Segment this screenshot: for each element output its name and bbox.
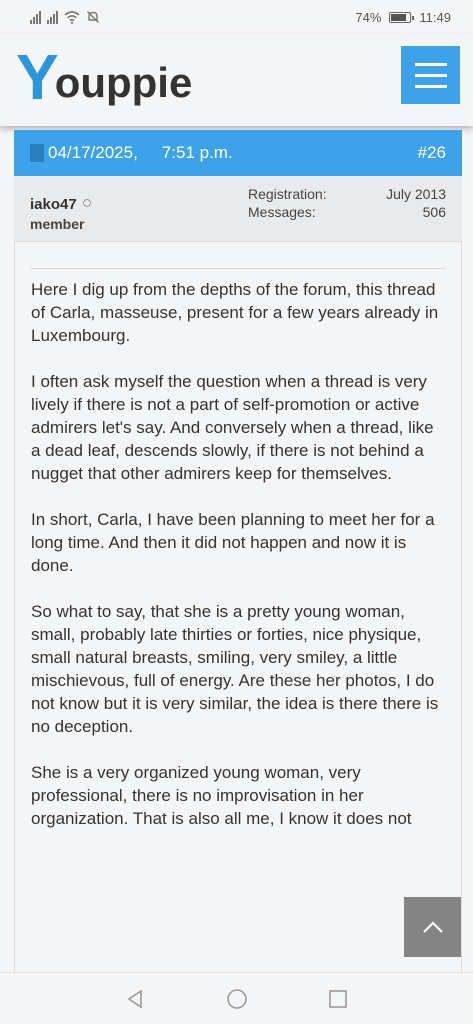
post-body: Here I dig up from the depths of the for…	[14, 242, 462, 972]
post-time: 7:51 p.m.	[161, 143, 233, 162]
registration-value: July 2013	[386, 186, 446, 202]
user-role: member	[30, 216, 85, 232]
status-icons-left	[30, 10, 100, 24]
paragraph: I often ask myself the question when a t…	[31, 372, 434, 483]
back-icon[interactable]	[126, 989, 146, 1009]
battery-icon	[389, 11, 415, 23]
messages-value: 506	[422, 204, 446, 220]
divider	[31, 268, 445, 269]
post-header: 04/17/2025, 7:51 p.m. #26	[14, 130, 462, 176]
offline-status-icon	[82, 199, 91, 207]
logo-y: Y	[16, 41, 59, 113]
logo-text: ouppie	[54, 59, 193, 106]
mute-bell-icon	[87, 11, 99, 23]
document-icon	[30, 144, 44, 162]
hamburger-icon-line	[414, 84, 447, 88]
post-number-link[interactable]: #26	[418, 143, 446, 163]
scroll-to-top-button[interactable]	[404, 897, 461, 957]
post-date: 04/17/2025,	[48, 143, 138, 162]
hamburger-icon	[414, 62, 447, 66]
chevron-up-icon	[422, 921, 443, 933]
paragraph: She is a very organized young woman, ver…	[31, 763, 412, 828]
signal-icon	[47, 10, 58, 24]
home-icon[interactable]	[226, 988, 248, 1010]
clock: 11:49	[419, 9, 451, 25]
hamburger-icon-line	[414, 73, 447, 77]
status-icons-right: 74% 11:49	[355, 10, 451, 25]
paragraph: In short, Carla, I have been planning to…	[31, 510, 435, 575]
battery-percent: 74%	[355, 9, 382, 25]
signal-icon	[30, 10, 41, 24]
user-info: iako47 member Registration: July 2013 Me…	[14, 176, 462, 242]
menu-button[interactable]	[401, 46, 460, 104]
status-bar: 74% 11:49	[0, 0, 473, 34]
site-header: Y ouppie	[0, 34, 473, 126]
messages-label: Messages:	[248, 204, 316, 220]
youppie-logo[interactable]: Y ouppie	[16, 41, 193, 113]
system-nav-bar	[0, 972, 473, 1024]
registration-label: Registration:	[248, 186, 327, 202]
paragraph: So what to say, that she is a pretty you…	[31, 602, 439, 736]
paragraph: Here I dig up from the depths of the for…	[31, 280, 439, 345]
username-link[interactable]: iako47	[30, 196, 77, 213]
recents-icon[interactable]	[328, 989, 348, 1009]
post-text: Here I dig up from the depths of the for…	[31, 278, 445, 853]
wifi-icon	[64, 10, 80, 24]
user-name-wrap: iako47	[30, 196, 91, 213]
